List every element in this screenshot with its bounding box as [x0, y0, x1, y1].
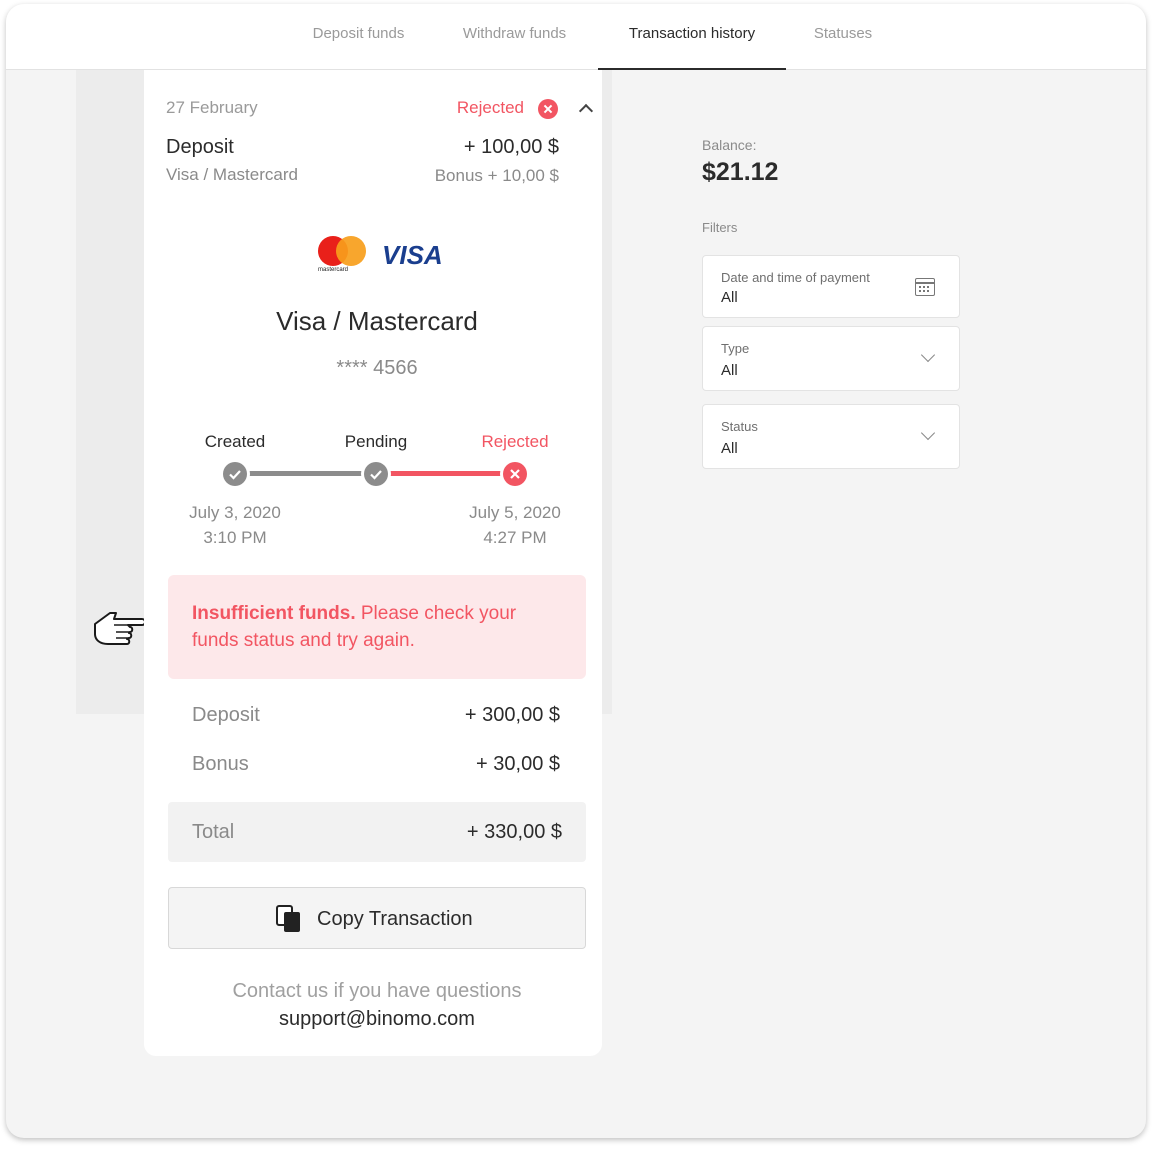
support-email-link[interactable]: support@binomo.com: [144, 1008, 610, 1031]
alert-strong: Insufficient funds.: [192, 603, 356, 624]
transaction-bonus: Bonus + 10,00 $: [434, 166, 559, 185]
tab-withdraw-funds[interactable]: Withdraw funds: [442, 4, 587, 69]
filter-status-value: All: [721, 440, 738, 457]
step-rejected-x-icon: [503, 462, 527, 486]
start-time: 3:10 PM: [203, 528, 267, 547]
chevron-up-icon[interactable]: [578, 103, 594, 119]
timeline-line-done: [243, 471, 369, 476]
step-pending-check-icon: [364, 462, 388, 486]
total-row: Total + 330,00 $: [168, 802, 586, 862]
summary-total-label: Total: [192, 821, 235, 843]
mastercard-logo: mastercard: [318, 236, 378, 276]
copy-icon: [276, 905, 300, 932]
filter-type-label: Type: [721, 341, 750, 356]
alert-text-1: Please check your: [355, 603, 517, 624]
step-label-pending: Pending: [344, 432, 408, 451]
filter-type-value: All: [721, 362, 738, 379]
card-number: **** 4566: [336, 357, 418, 379]
chevron-down-icon: [920, 425, 936, 441]
transaction-type: Deposit: [166, 136, 234, 158]
filter-date-value: All: [721, 289, 738, 306]
filters-label: Filters: [702, 220, 738, 235]
filter-status-label: Status: [721, 419, 758, 434]
tab-transaction-history[interactable]: Transaction history: [598, 4, 786, 70]
copy-transaction-button[interactable]: Copy Transaction: [168, 887, 586, 949]
end-time: 4:27 PM: [483, 528, 547, 547]
error-alert: Insufficient funds. Please check your fu…: [168, 575, 586, 679]
transaction-date: 27 February: [166, 98, 258, 117]
summary-deposit-label: Deposit: [192, 704, 260, 726]
contact-text: Contact us if you have questions: [232, 980, 522, 1002]
end-date: July 5, 2020: [469, 503, 561, 522]
step-label-created: Created: [204, 432, 266, 451]
status-label: Rejected: [456, 98, 524, 117]
summary-bonus-value: + 30,00 $: [476, 753, 560, 775]
app-window: Deposit funds Withdraw funds Transaction…: [6, 4, 1146, 1138]
chevron-down-icon: [920, 347, 936, 363]
copy-button-label: Copy Transaction: [317, 908, 473, 930]
tab-deposit-funds[interactable]: Deposit funds: [286, 4, 431, 69]
summary-deposit-value: + 300,00 $: [464, 704, 560, 726]
summary-total-value: + 330,00 $: [466, 821, 562, 843]
timeline-line-rejected: [383, 471, 509, 476]
transaction-method: Visa / Mastercard: [166, 165, 298, 184]
balance-label: Balance:: [702, 137, 757, 153]
visa-logo: VISA: [382, 240, 443, 270]
alert-line-1: Insufficient funds. Please check your: [192, 603, 516, 625]
rejected-x-icon: [538, 99, 558, 119]
filter-date-label: Date and time of payment: [721, 270, 870, 285]
start-date: July 3, 2020: [189, 503, 281, 522]
card-title: Visa / Mastercard: [276, 306, 478, 336]
filter-status[interactable]: Status All: [702, 404, 960, 469]
step-created-check-icon: [223, 462, 247, 486]
transaction-amount: + 100,00 $: [463, 136, 559, 158]
pointing-hand-icon: [94, 612, 146, 645]
alert-line-2: funds status and try again.: [192, 630, 415, 651]
tab-statuses[interactable]: Statuses: [796, 4, 890, 69]
calendar-icon: [915, 278, 935, 296]
summary-bonus-label: Bonus: [192, 753, 249, 775]
filter-date[interactable]: Date and time of payment All: [702, 255, 960, 318]
transaction-card: 27 February Rejected Deposit + 100,00 $ …: [144, 70, 602, 1056]
filter-type[interactable]: Type All: [702, 326, 960, 391]
balance-value: $21.12: [702, 158, 779, 186]
step-label-rejected: Rejected: [481, 432, 549, 451]
top-navigation: Deposit funds Withdraw funds Transaction…: [6, 4, 1146, 70]
